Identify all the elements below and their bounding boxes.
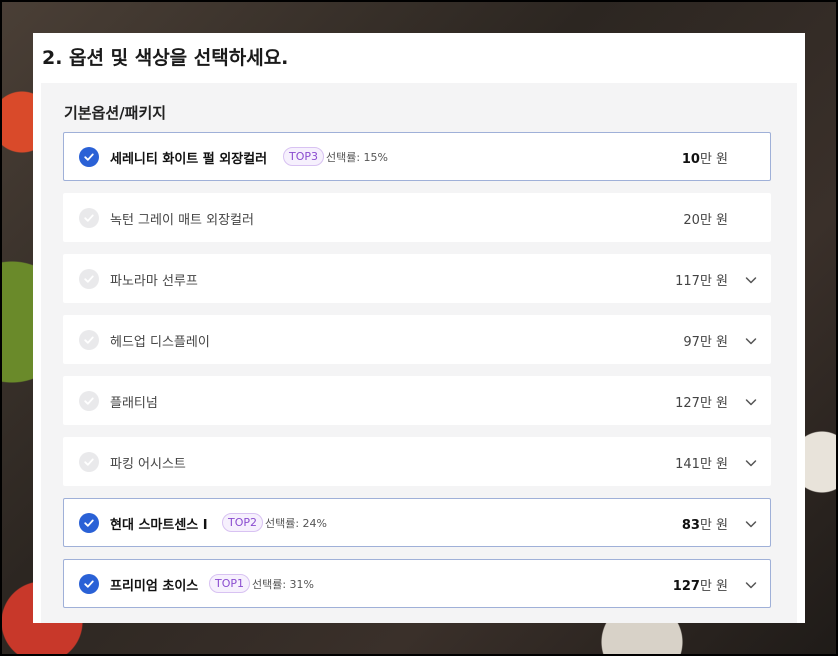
chevron-down-icon[interactable]: [744, 394, 758, 408]
option-price: 20만 원: [683, 209, 728, 228]
option-item[interactable]: 헤드업 디스플레이 97만 원: [63, 315, 771, 364]
option-item[interactable]: 플래티넘 127만 원: [63, 376, 771, 425]
option-name: 플래티넘: [110, 396, 158, 411]
option-price: 83만 원: [682, 514, 728, 533]
price-amount: 97: [683, 335, 700, 350]
option-item[interactable]: 녹턴 그레이 매트 외장컬러 20만 원: [63, 193, 771, 242]
option-item[interactable]: 세레니티 화이트 펄 외장컬러 TOP3 선택률: 15% 10만 원: [63, 132, 771, 181]
option-item[interactable]: 프리미엄 초이스 TOP1 선택률: 31% 127만 원: [63, 559, 771, 608]
chevron-down-icon[interactable]: [744, 455, 758, 469]
price-amount: 141: [675, 457, 700, 472]
chevron-down-icon[interactable]: [744, 516, 758, 530]
chevron-down-icon[interactable]: [744, 333, 758, 347]
option-price: 10만 원: [682, 148, 728, 167]
price-unit: 만 원: [699, 213, 728, 228]
price-unit: 만 원: [699, 274, 728, 289]
chevron-down-icon[interactable]: [744, 577, 758, 591]
option-price: 127만 원: [673, 575, 728, 594]
option-name: 파킹 어시스트: [110, 457, 186, 472]
panel-title: 2. 옵션 및 색상을 선택하세요.: [42, 47, 289, 69]
price-amount: 117: [675, 274, 700, 289]
option-price: 117만 원: [675, 270, 728, 289]
check-icon[interactable]: [79, 574, 99, 594]
option-price: 97만 원: [683, 331, 728, 350]
price-unit: 만 원: [699, 579, 728, 594]
chevron-down-icon[interactable]: [744, 272, 758, 286]
selection-rate: 선택률: 24%: [265, 517, 328, 530]
option-name: 헤드업 디스플레이: [110, 335, 210, 350]
option-name: 프리미엄 초이스: [110, 579, 199, 594]
options-section: 기본옵션/패키지 세레니티 화이트 펄 외장컬러 TOP3 선택률: 15% 10만 …: [41, 83, 797, 623]
price-unit: 만 원: [699, 335, 728, 350]
price-unit: 만 원: [699, 396, 728, 411]
price-amount: 20: [683, 213, 700, 228]
rank-badge: TOP1: [209, 574, 251, 593]
rank-badge: TOP3: [283, 147, 325, 166]
check-icon[interactable]: [79, 391, 99, 411]
price-unit: 만 원: [699, 518, 728, 533]
option-item[interactable]: 파킹 어시스트 141만 원: [63, 437, 771, 486]
option-name: 현대 스마트센스 I: [110, 518, 208, 533]
price-amount: 127: [675, 396, 700, 411]
option-price: 127만 원: [675, 392, 728, 411]
selection-rate: 선택률: 31%: [252, 578, 315, 591]
price-amount: 83: [681, 518, 700, 533]
price-unit: 만 원: [699, 457, 728, 472]
check-icon[interactable]: [79, 147, 99, 167]
option-name: 녹턴 그레이 매트 외장컬러: [110, 213, 254, 228]
check-icon[interactable]: [79, 513, 99, 533]
option-name: 파노라마 선루프: [110, 274, 198, 289]
check-icon[interactable]: [79, 330, 99, 350]
rank-badge: TOP2: [222, 513, 264, 532]
option-name: 세레니티 화이트 펄 외장컬러: [110, 152, 268, 167]
price-amount: 127: [672, 579, 700, 594]
check-icon[interactable]: [79, 269, 99, 289]
option-item[interactable]: 파노라마 선루프 117만 원: [63, 254, 771, 303]
option-price: 141만 원: [675, 453, 728, 472]
price-unit: 만 원: [699, 152, 728, 167]
price-amount: 10: [681, 152, 700, 167]
options-panel: 2. 옵션 및 색상을 선택하세요. 기본옵션/패키지 세레니티 화이트 펄 외…: [33, 33, 805, 623]
check-icon[interactable]: [79, 208, 99, 228]
section-label: 기본옵션/패키지: [64, 104, 167, 122]
check-icon[interactable]: [79, 452, 99, 472]
selection-rate: 선택률: 15%: [326, 151, 389, 164]
option-item[interactable]: 현대 스마트센스 I TOP2 선택률: 24% 83만 원: [63, 498, 771, 547]
